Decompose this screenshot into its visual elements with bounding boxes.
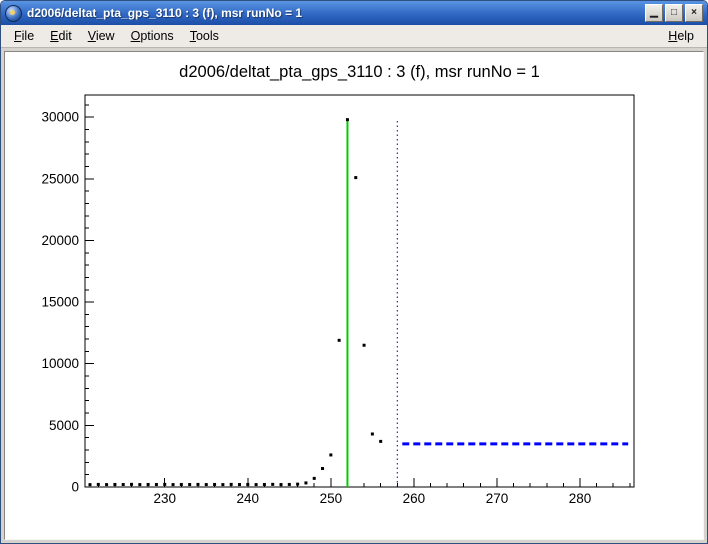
data-point	[147, 483, 150, 486]
data-point	[280, 483, 283, 486]
plot-svg[interactable]: d2006/deltat_pta_gps_3110 : 3 (f), msr r…	[5, 52, 703, 539]
data-point	[180, 483, 183, 486]
data-point	[213, 483, 216, 486]
data-point	[130, 483, 133, 486]
y-tick-label: 25000	[41, 171, 79, 186]
close-icon: ×	[691, 7, 697, 18]
data-point	[122, 483, 125, 486]
menu-item-file[interactable]: File	[6, 27, 42, 45]
data-point	[338, 339, 341, 342]
minimize-icon: ▁	[650, 7, 658, 18]
data-point	[313, 477, 316, 480]
y-tick-label: 5000	[49, 418, 79, 433]
x-tick-label: 250	[320, 491, 343, 506]
data-point	[113, 483, 116, 486]
y-tick-label: 10000	[41, 356, 79, 371]
data-point	[321, 467, 324, 470]
menubar-right: Help	[660, 27, 702, 45]
menu-item-options[interactable]: Options	[123, 27, 182, 45]
data-point	[346, 118, 349, 121]
data-point	[271, 483, 274, 486]
data-point	[88, 483, 91, 486]
menubar-left: FileEditViewOptionsTools	[6, 27, 660, 45]
y-tick-label: 30000	[41, 110, 79, 125]
data-point	[304, 481, 307, 484]
data-point	[205, 483, 208, 486]
plot-frame	[85, 95, 634, 487]
close-button[interactable]: ×	[685, 4, 703, 22]
x-tick-label: 270	[486, 491, 509, 506]
data-point	[329, 453, 332, 456]
menu-item-edit[interactable]: Edit	[42, 27, 80, 45]
app-icon	[5, 5, 22, 22]
musrview-window: d2006/deltat_pta_gps_3110 : 3 (f), msr r…	[0, 0, 708, 544]
data-point	[371, 432, 374, 435]
data-point	[138, 483, 141, 486]
data-point	[163, 483, 166, 486]
data-point	[363, 344, 366, 347]
data-point	[263, 483, 266, 486]
data-point	[172, 483, 175, 486]
data-point	[97, 483, 100, 486]
window-buttons: ▁ □ ×	[645, 4, 703, 22]
minimize-button[interactable]: ▁	[645, 4, 663, 22]
data-point	[288, 483, 291, 486]
root-canvas[interactable]: d2006/deltat_pta_gps_3110 : 3 (f), msr r…	[4, 51, 704, 540]
x-tick-label: 280	[569, 491, 592, 506]
data-point	[296, 483, 299, 486]
menubar: FileEditViewOptionsTools Help	[1, 25, 707, 48]
y-tick-label: 15000	[41, 295, 79, 310]
x-tick-label: 240	[237, 491, 260, 506]
x-tick-label: 230	[153, 491, 176, 506]
maximize-button[interactable]: □	[665, 4, 683, 22]
y-tick-label: 20000	[41, 233, 79, 248]
data-point	[105, 483, 108, 486]
maximize-icon: □	[671, 7, 677, 18]
data-point	[238, 483, 241, 486]
menu-item-tools[interactable]: Tools	[182, 27, 227, 45]
data-point	[255, 483, 258, 486]
data-point	[379, 440, 382, 443]
data-point	[196, 483, 199, 486]
x-tick-label: 260	[403, 491, 426, 506]
data-point	[230, 483, 233, 486]
menu-item-view[interactable]: View	[80, 27, 123, 45]
y-tick-label: 0	[71, 480, 79, 495]
data-point	[188, 483, 191, 486]
data-point	[221, 483, 224, 486]
menu-item-help[interactable]: Help	[660, 27, 702, 45]
titlebar[interactable]: d2006/deltat_pta_gps_3110 : 3 (f), msr r…	[1, 1, 707, 25]
data-point	[246, 483, 249, 486]
data-point	[155, 483, 158, 486]
data-point	[354, 176, 357, 179]
plot-title: d2006/deltat_pta_gps_3110 : 3 (f), msr r…	[179, 63, 540, 81]
window-title: d2006/deltat_pta_gps_3110 : 3 (f), msr r…	[27, 6, 640, 20]
